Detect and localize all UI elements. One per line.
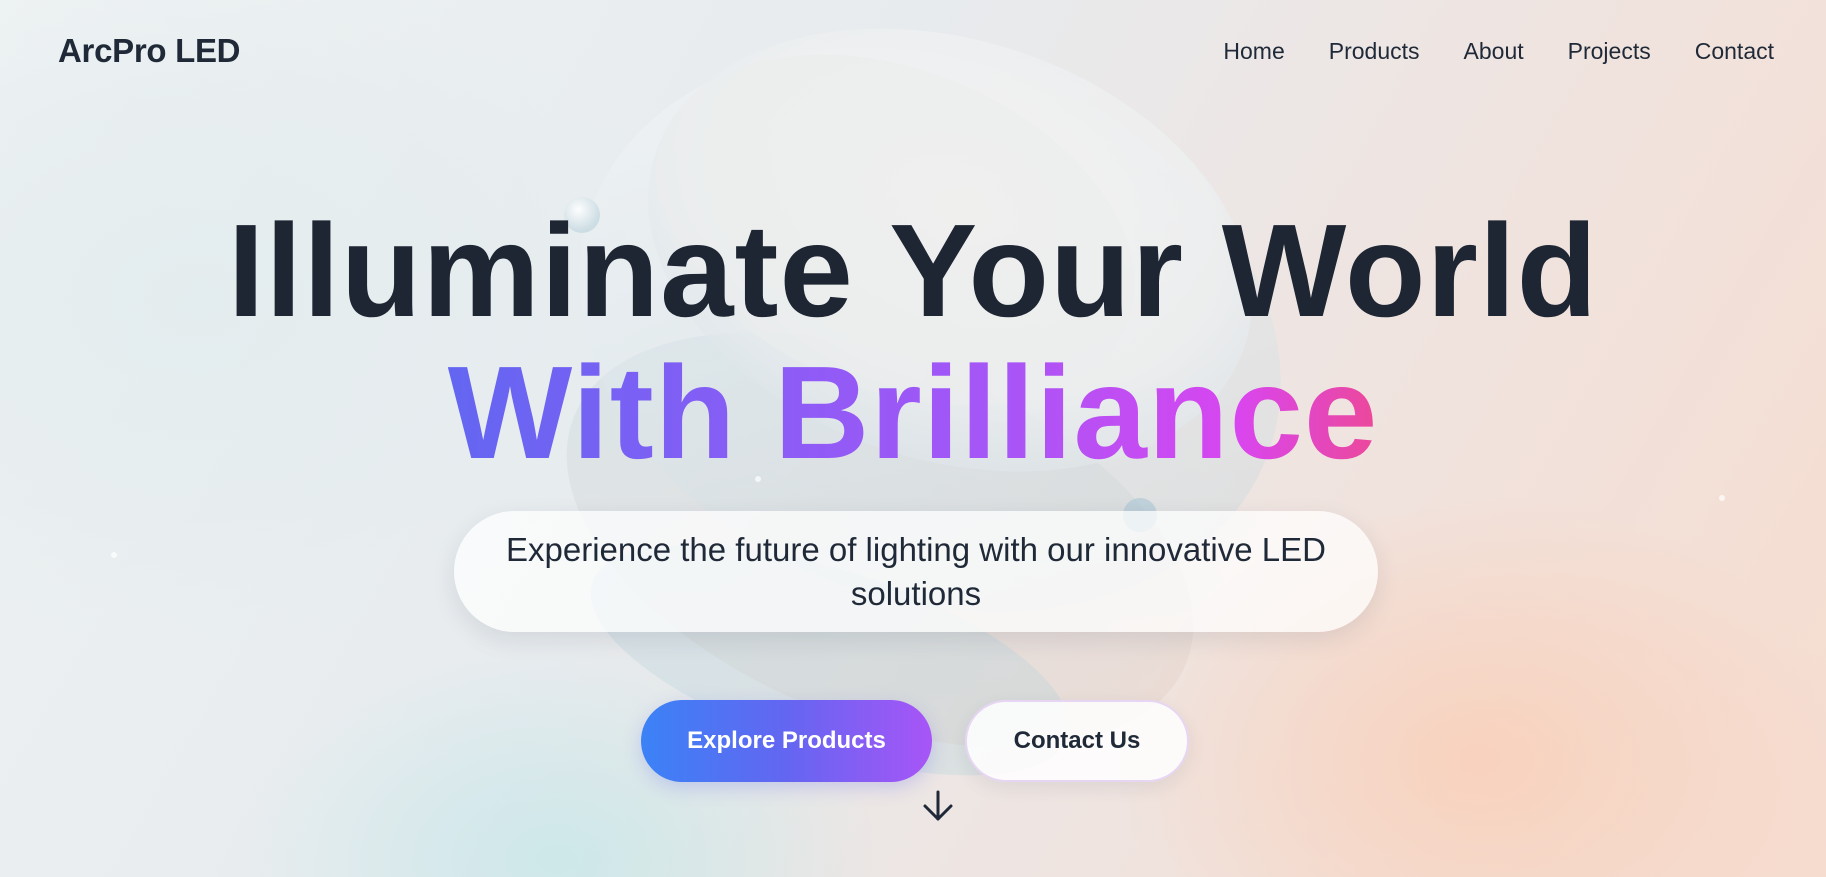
brand-logo[interactable]: ArcPro LED [58, 32, 241, 70]
explore-products-button[interactable]: Explore Products [641, 700, 932, 782]
hero-subtitle: Experience the future of lighting with o… [454, 511, 1378, 632]
top-navigation: ArcPro LED Home Products About Projects … [0, 0, 1826, 104]
nav-link-products[interactable]: Products [1329, 38, 1420, 65]
arrow-down-icon[interactable] [921, 789, 955, 823]
nav-link-about[interactable]: About [1464, 38, 1524, 65]
nav-link-home[interactable]: Home [1223, 38, 1284, 65]
contact-us-button[interactable]: Contact Us [965, 700, 1189, 782]
hero-headline-line2: With Brilliance [0, 338, 1826, 488]
nav-link-projects[interactable]: Projects [1568, 38, 1651, 65]
nav-link-contact[interactable]: Contact [1695, 38, 1774, 65]
hero-headline-gradient-text: With Brilliance [447, 339, 1379, 486]
hero-headline-line1: Illuminate Your World [227, 197, 1599, 344]
nav-links: Home Products About Projects Contact [1223, 38, 1774, 65]
